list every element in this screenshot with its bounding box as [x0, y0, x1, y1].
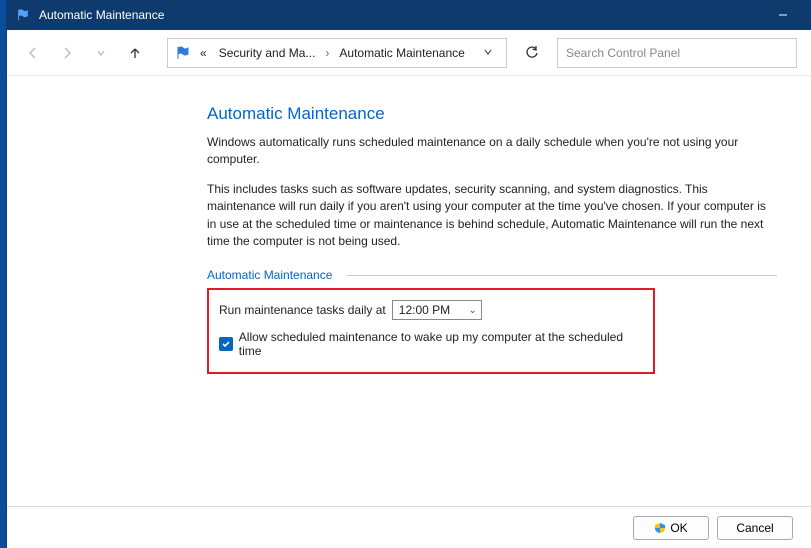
ok-button[interactable]: OK [633, 516, 709, 540]
run-label: Run maintenance tasks daily at [219, 303, 386, 317]
breadcrumb-prefix[interactable]: « [196, 46, 211, 60]
toolbar: « Security and Ma... › Automatic Mainten… [7, 30, 811, 76]
chevron-down-icon: ⌄ [468, 305, 476, 316]
highlight-box: Run maintenance tasks daily at 12:00 PM … [207, 288, 655, 374]
flag-icon [15, 7, 31, 23]
recent-dropdown[interactable] [89, 41, 113, 65]
wake-row: Allow scheduled maintenance to wake up m… [219, 330, 643, 358]
minimize-button[interactable] [763, 0, 803, 30]
forward-button[interactable] [55, 41, 79, 65]
back-button[interactable] [21, 41, 45, 65]
search-input[interactable] [557, 38, 797, 68]
up-button[interactable] [123, 41, 147, 65]
page-title: Automatic Maintenance [207, 104, 783, 124]
time-value: 12:00 PM [399, 303, 450, 317]
section-header: Automatic Maintenance [207, 268, 777, 282]
wake-checkbox[interactable] [219, 337, 233, 351]
breadcrumb[interactable]: « Security and Ma... › Automatic Mainten… [167, 38, 507, 68]
chevron-right-icon: › [323, 46, 331, 60]
cancel-label: Cancel [736, 521, 773, 535]
ok-label: OK [670, 521, 687, 535]
time-dropdown[interactable]: 12:00 PM ⌄ [392, 300, 482, 320]
control-panel-window: Automatic Maintenance « Security and Ma.… [6, 0, 811, 548]
content-area: Automatic Maintenance Windows automatica… [7, 76, 811, 506]
window-title: Automatic Maintenance [39, 8, 164, 22]
breadcrumb-dropdown[interactable] [476, 46, 500, 60]
refresh-button[interactable] [517, 38, 547, 68]
description-paragraph-2: This includes tasks such as software upd… [207, 181, 777, 251]
breadcrumb-automatic-maintenance[interactable]: Automatic Maintenance [335, 46, 468, 60]
flag-icon [174, 44, 192, 62]
shield-icon [654, 522, 666, 534]
schedule-row: Run maintenance tasks daily at 12:00 PM … [219, 300, 643, 320]
cancel-button[interactable]: Cancel [717, 516, 793, 540]
breadcrumb-security[interactable]: Security and Ma... [215, 46, 320, 60]
wake-checkbox-label: Allow scheduled maintenance to wake up m… [239, 330, 643, 358]
description-paragraph-1: Windows automatically runs scheduled mai… [207, 134, 777, 169]
footer: OK Cancel [7, 506, 811, 548]
titlebar: Automatic Maintenance [7, 0, 811, 30]
